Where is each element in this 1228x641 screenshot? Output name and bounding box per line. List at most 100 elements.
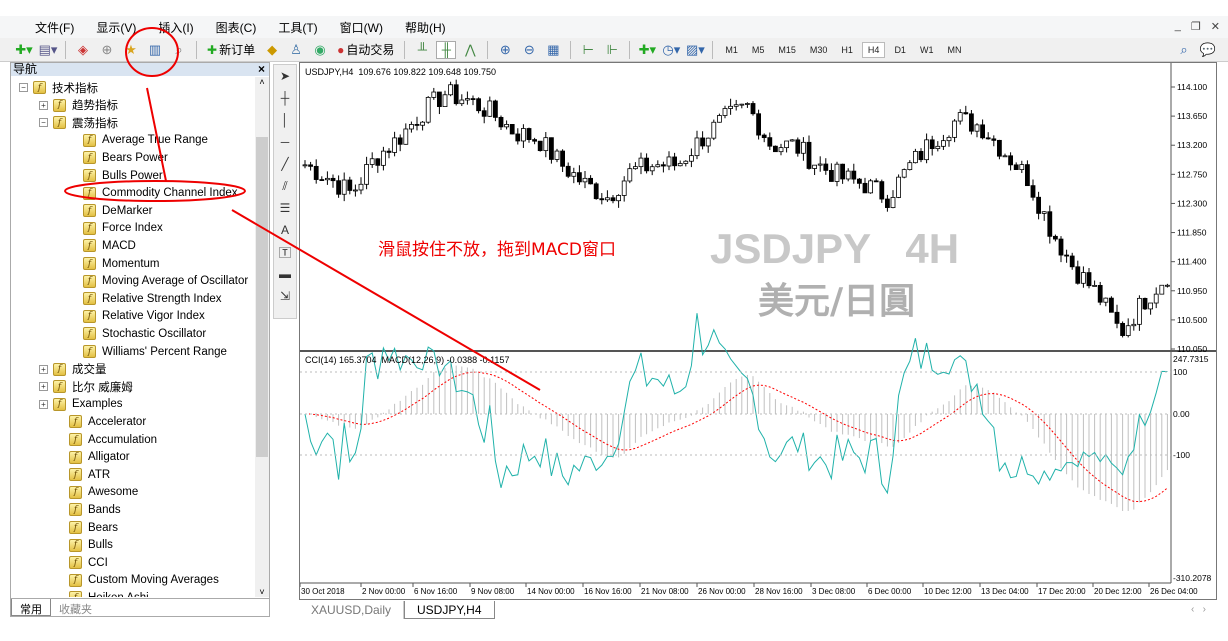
menu-file[interactable]: 文件(F) xyxy=(24,19,85,36)
new-chart-icon[interactable]: ✚▾ xyxy=(14,41,34,59)
strategy-tester-icon[interactable]: ⌕ xyxy=(169,41,189,59)
navigator-item[interactable]: f DeMarker xyxy=(83,202,152,219)
tab-usdjpy-h4[interactable]: USDJPY,H4 xyxy=(404,601,495,619)
navigator-item[interactable]: f Bands xyxy=(69,501,121,518)
navigator-item[interactable]: f Momentum xyxy=(83,255,160,272)
search-icon[interactable]: ⌕ xyxy=(1174,41,1194,59)
scrollbar-thumb[interactable] xyxy=(256,137,268,457)
indicators-icon[interactable]: ✚▾ xyxy=(637,41,657,59)
scrollbar[interactable]: ˄ ˅ xyxy=(255,77,269,597)
text-label-icon[interactable]: 🅃 xyxy=(274,241,296,263)
tab-favorites[interactable]: 收藏夹 xyxy=(51,599,100,616)
fibonacci-icon[interactable]: ☰ xyxy=(274,197,296,219)
navigator-item[interactable]: f Bulls xyxy=(69,537,113,554)
collapse-icon[interactable]: − xyxy=(19,83,28,92)
navigator-item[interactable]: f Bears xyxy=(69,519,118,536)
tab-xauusd-daily[interactable]: XAUUSD,Daily xyxy=(299,601,405,619)
text-icon[interactable]: A xyxy=(274,219,296,241)
auto-trading-button[interactable]: ● 自动交易 xyxy=(334,41,397,58)
navigator-item[interactable]: f Williams' Percent Range xyxy=(83,343,227,360)
timeframe-m1[interactable]: M1 xyxy=(720,45,743,55)
terminal-icon[interactable]: ▥ xyxy=(145,41,165,59)
restore-icon[interactable]: ❐ xyxy=(1191,20,1201,33)
timeframe-h4[interactable]: H4 xyxy=(861,41,886,58)
navigator-item[interactable]: f ATR xyxy=(69,466,110,483)
channel-icon[interactable]: ⫽ xyxy=(274,175,296,197)
navigator-item[interactable]: f Commodity Channel Index xyxy=(83,185,238,202)
zoom-in-icon[interactable]: ⊕ xyxy=(495,41,515,59)
collapse-icon[interactable]: − xyxy=(39,118,48,128)
experts-icon[interactable]: ♙ xyxy=(286,41,306,59)
market-watch-icon[interactable]: ◈ xyxy=(73,41,93,59)
navigator-item[interactable]: f Relative Strength Index xyxy=(83,290,222,307)
scroll-up-icon[interactable]: ˄ xyxy=(255,77,269,87)
timeframe-h1[interactable]: H1 xyxy=(836,45,858,55)
menu-help[interactable]: 帮助(H) xyxy=(394,19,457,36)
menu-view[interactable]: 显示(V) xyxy=(85,19,147,36)
autoscroll-icon[interactable]: ⊩ xyxy=(602,41,622,59)
navigator-item[interactable]: f Average True Range xyxy=(83,132,208,149)
navigator-item[interactable]: f Stochastic Oscillator xyxy=(83,325,206,342)
templates-icon[interactable]: ▨▾ xyxy=(685,41,705,59)
navigator-item[interactable]: + f 趋势指标 xyxy=(39,97,118,114)
rectangle-icon[interactable]: ▬ xyxy=(274,263,296,285)
navigator-item[interactable]: + f 成交量 xyxy=(39,361,107,378)
navigator-item[interactable]: f Heiken Ashi xyxy=(69,589,149,597)
chart-canvas[interactable]: JSDJPY 4H 美元/日圓 114.100 113.650 113.200 112… xyxy=(300,63,1216,599)
trendline-icon[interactable]: ╱ xyxy=(274,153,296,175)
navigator-item[interactable]: f CCI xyxy=(69,554,108,571)
chart-window[interactable]: JSDJPY 4H 美元/日圓 114.100 113.650 113.200 112… xyxy=(299,62,1217,600)
expand-icon[interactable]: + xyxy=(39,399,48,409)
menu-insert[interactable]: 插入(I) xyxy=(147,19,204,36)
navigator-item[interactable]: + f Examples xyxy=(39,396,123,413)
timeframe-m30[interactable]: M30 xyxy=(805,45,833,55)
arrows-icon[interactable]: ⇲ xyxy=(274,285,296,307)
scroll-down-icon[interactable]: ˅ xyxy=(255,587,269,597)
timeframe-m15[interactable]: M15 xyxy=(773,45,801,55)
crosshair-icon[interactable]: ┼ xyxy=(274,87,296,109)
tile-windows-icon[interactable]: ▦ xyxy=(543,41,563,59)
candlestick-icon[interactable]: ╫ xyxy=(436,40,457,59)
minimize-icon[interactable]: _ xyxy=(1175,20,1181,33)
metaeditor-icon[interactable]: ◆ xyxy=(262,41,282,59)
timeframe-d1[interactable]: D1 xyxy=(889,45,911,55)
navigator-item[interactable]: f Relative Vigor Index xyxy=(83,308,205,325)
navigator-item[interactable]: f Accelerator xyxy=(69,413,146,430)
signals-icon[interactable]: ◉ xyxy=(310,41,330,59)
timeframe-mn[interactable]: MN xyxy=(942,45,966,55)
bar-chart-icon[interactable]: ╨ xyxy=(412,41,432,59)
navigator-item[interactable]: f Awesome xyxy=(69,484,138,501)
close-icon[interactable]: ✕ xyxy=(1211,20,1220,33)
chat-icon[interactable]: 💬 xyxy=(1198,41,1218,59)
line-chart-icon[interactable]: ⋀ xyxy=(460,41,480,59)
menu-tools[interactable]: 工具(T) xyxy=(267,19,328,36)
periods-icon[interactable]: ◷▾ xyxy=(661,41,681,59)
close-icon[interactable]: × xyxy=(258,63,265,76)
navigator-item[interactable]: f Bulls Power xyxy=(83,167,163,184)
timeframe-m5[interactable]: M5 xyxy=(747,45,770,55)
data-window-icon[interactable]: ⊕ xyxy=(97,41,117,59)
navigator-icon[interactable]: ★ xyxy=(121,41,141,59)
navigator-item[interactable]: − f 震荡指标 xyxy=(39,114,118,131)
navigator-item[interactable]: f Alligator xyxy=(69,449,130,466)
timeframe-w1[interactable]: W1 xyxy=(915,45,939,55)
navigator-item[interactable]: f Moving Average of Oscillator xyxy=(83,273,248,290)
chart-shift-icon[interactable]: ⊢ xyxy=(578,41,598,59)
menu-window[interactable]: 窗口(W) xyxy=(329,19,394,36)
zoom-out-icon[interactable]: ⊖ xyxy=(519,41,539,59)
navigator-item[interactable]: f MACD xyxy=(83,237,136,254)
navigator-item[interactable]: − f 技术指标 xyxy=(19,79,98,96)
tab-common[interactable]: 常用 xyxy=(11,599,51,616)
vertical-line-icon[interactable]: │ xyxy=(274,109,296,131)
expand-icon[interactable]: + xyxy=(39,382,48,392)
navigator-item[interactable]: f Force Index xyxy=(83,220,163,237)
tab-scroll-arrows[interactable]: ‹ › xyxy=(1191,604,1206,615)
navigator-item[interactable]: + f 比尔 威廉姆 xyxy=(39,378,133,395)
navigator-item[interactable]: f Bears Power xyxy=(83,149,168,166)
profiles-icon[interactable]: ▤▾ xyxy=(38,41,58,59)
horizontal-line-icon[interactable]: ─ xyxy=(274,131,296,153)
navigator-item[interactable]: f Custom Moving Averages xyxy=(69,572,219,589)
navigator-item[interactable]: f Accumulation xyxy=(69,431,157,448)
expand-icon[interactable]: + xyxy=(39,100,48,110)
menu-charts[interactable]: 图表(C) xyxy=(205,19,268,36)
